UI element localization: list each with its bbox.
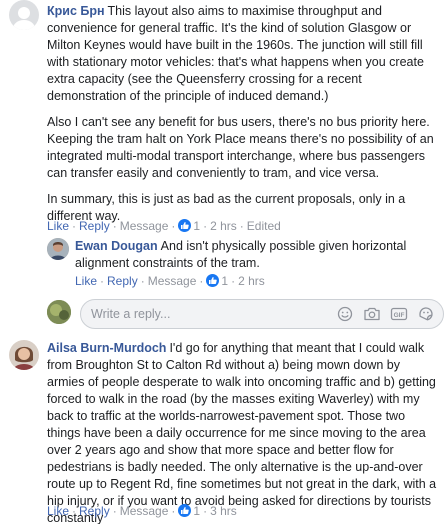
comment-actions: Like · Reply · Message · 1 · 2 hrs bbox=[75, 274, 265, 288]
edited-label[interactable]: Edited bbox=[247, 219, 281, 233]
profile-photo-icon bbox=[47, 300, 71, 324]
comment-author[interactable]: Крис Брн bbox=[47, 4, 105, 18]
message-link[interactable]: Message bbox=[148, 274, 197, 288]
reply-box: GIF bbox=[80, 299, 444, 329]
reaction-count[interactable]: 1 bbox=[193, 219, 200, 233]
reaction-count[interactable]: 1 bbox=[221, 274, 228, 288]
comment-text: I'd go for anything that meant that I co… bbox=[47, 341, 437, 524]
like-link[interactable]: Like bbox=[47, 504, 69, 518]
reply-comment: Ewan Dougan And isn't physically possible… bbox=[75, 238, 439, 272]
reply-link[interactable]: Reply bbox=[79, 504, 110, 518]
reply-link[interactable]: Reply bbox=[107, 274, 138, 288]
camera-icon[interactable] bbox=[363, 306, 381, 322]
profile-photo-icon bbox=[9, 340, 39, 370]
comment-paragraph: Also I can't see any benefit for bus use… bbox=[47, 115, 434, 180]
avatar[interactable] bbox=[9, 0, 39, 30]
avatar[interactable] bbox=[9, 340, 39, 370]
comment-author[interactable]: Ewan Dougan bbox=[75, 239, 158, 253]
avatar[interactable] bbox=[47, 238, 69, 260]
comment-actions: Like · Reply · Message · 1 · 2 hrs · Edited bbox=[47, 219, 281, 233]
like-reaction-icon bbox=[206, 274, 220, 287]
timestamp[interactable]: 2 hrs bbox=[238, 274, 265, 288]
message-link[interactable]: Message bbox=[120, 504, 169, 518]
comment-paragraph: Крис Брн This layout also aims to maximis… bbox=[47, 3, 439, 105]
reply-link[interactable]: Reply bbox=[79, 219, 110, 233]
svg-text:GIF: GIF bbox=[394, 312, 405, 319]
reply-input[interactable] bbox=[81, 300, 281, 328]
like-reaction-icon bbox=[178, 219, 192, 232]
comment-text: This layout also aims to maximise throug… bbox=[47, 4, 424, 103]
message-link[interactable]: Message bbox=[120, 219, 169, 233]
emoji-icon[interactable] bbox=[336, 306, 354, 322]
gif-icon[interactable]: GIF bbox=[390, 306, 408, 322]
timestamp[interactable]: 3 hrs bbox=[210, 504, 237, 518]
profile-photo-icon bbox=[47, 238, 69, 260]
comment: Ailsa Burn-Murdoch I'd go for anything th… bbox=[47, 340, 439, 524]
like-link[interactable]: Like bbox=[75, 274, 97, 288]
comment-actions: Like · Reply · Message · 1 · 3 hrs bbox=[47, 504, 237, 518]
comment: Крис Брн This layout also aims to maximis… bbox=[47, 3, 439, 234]
timestamp[interactable]: 2 hrs bbox=[210, 219, 237, 233]
sticker-icon[interactable] bbox=[417, 306, 435, 322]
reaction-count[interactable]: 1 bbox=[193, 504, 200, 518]
current-user-avatar bbox=[47, 300, 71, 324]
comment-author[interactable]: Ailsa Burn-Murdoch bbox=[47, 341, 166, 355]
like-link[interactable]: Like bbox=[47, 219, 69, 233]
like-reaction-icon bbox=[178, 504, 192, 517]
